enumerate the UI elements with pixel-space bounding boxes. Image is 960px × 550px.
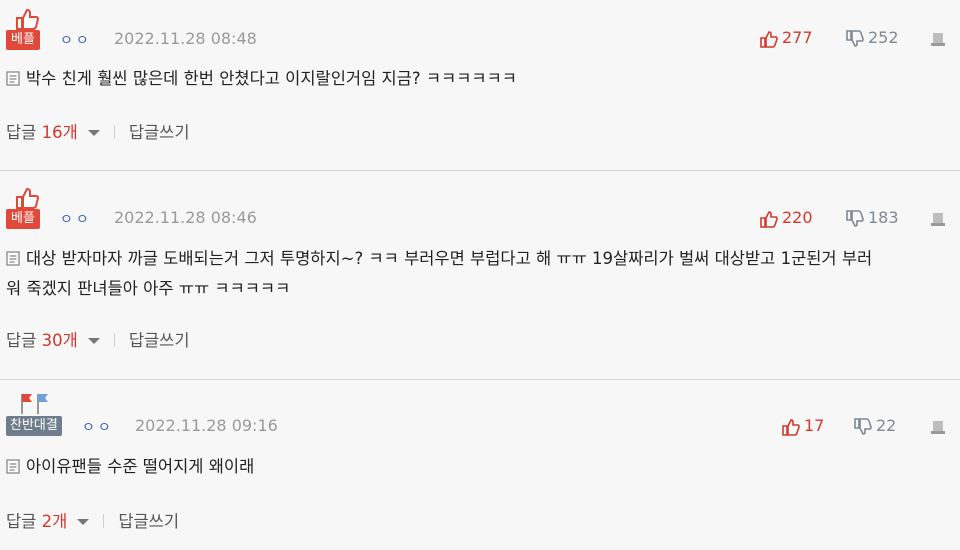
vs-badge: 찬반대결 — [6, 416, 62, 436]
reply-count: 16개 — [41, 123, 78, 142]
best-badge: 베플 — [6, 209, 40, 229]
reply-toggle[interactable]: 답글 30개 — [6, 331, 100, 350]
best-badge-group: 베플 — [4, 8, 46, 52]
comment-text: 박수 친게 훨씬 많은데 한번 안쳤다고 이지랄인거임 지금? ㅋㅋㅋㅋㅋㅋ — [26, 69, 517, 88]
report-icon[interactable] — [930, 419, 946, 435]
best-badge: 베플 — [6, 30, 40, 50]
like-icon — [760, 211, 778, 228]
dislike-count: 252 — [868, 28, 899, 47]
comment-footer: 답글 16개 답글쓰기 — [6, 119, 190, 143]
vote-stats: 277 252 — [740, 28, 960, 50]
comment-footer: 답글 2개 답글쓰기 — [6, 508, 179, 532]
comment-footer: 답글 30개 답글쓰기 — [6, 327, 190, 351]
dislike-count: 22 — [876, 416, 897, 435]
nickname[interactable]: ㅇㅇ — [82, 417, 114, 437]
comment-text: 아이유팬들 수준 떨어지게 왜이래 — [26, 457, 255, 476]
report-icon[interactable] — [930, 31, 946, 47]
nickname[interactable]: ㅇㅇ — [60, 209, 92, 229]
dislike-icon — [846, 30, 864, 47]
comment-date: 2022.11.28 09:16 — [135, 416, 278, 435]
comment-item: 찬반대결 ㅇㅇ 2022.11.28 09:16 17 22 아이유팬들 수준 … — [0, 380, 960, 550]
reply-count: 2개 — [41, 512, 68, 531]
document-icon — [6, 251, 20, 266]
nickname[interactable]: ㅇㅇ — [60, 30, 92, 50]
reply-label: 답글 — [6, 512, 37, 531]
write-reply-link[interactable]: 답글쓰기 — [129, 123, 190, 142]
reply-label: 답글 — [6, 331, 37, 350]
vs-badge-group: 찬반대결 — [4, 394, 74, 438]
dislike-count: 183 — [868, 208, 899, 227]
vote-stats: 220 183 — [740, 208, 960, 230]
comment-body: 박수 친게 훨씬 많은데 한번 안쳤다고 이지랄인거임 지금? ㅋㅋㅋㅋㅋㅋ — [6, 64, 940, 94]
comment-text-line2: 워 죽겠지 판녀들아 아주 ㅠㅠ ㅋㅋㅋㅋㅋ — [6, 279, 291, 298]
like-icon — [760, 31, 778, 48]
dislike-icon — [854, 418, 872, 435]
divider — [113, 125, 115, 139]
document-icon — [6, 71, 20, 86]
like-count: 220 — [782, 208, 813, 227]
thumbs-up-icon — [16, 187, 40, 209]
divider — [113, 333, 115, 347]
like-count: 17 — [804, 416, 825, 435]
write-reply-link[interactable]: 답글쓰기 — [129, 331, 190, 350]
write-reply-link[interactable]: 답글쓰기 — [118, 512, 179, 531]
like-icon — [782, 419, 800, 436]
comment-item: 베플 ㅇㅇ 2022.11.28 08:46 220 183 대상 받자마자 까… — [0, 171, 960, 380]
comment-date: 2022.11.28 08:48 — [114, 29, 257, 48]
caret-down-icon — [87, 130, 100, 136]
comment-body: 아이유팬들 수준 떨어지게 왜이래 — [6, 452, 940, 482]
reply-label: 답글 — [6, 123, 37, 142]
like-count: 277 — [782, 28, 813, 47]
reply-toggle[interactable]: 답글 16개 — [6, 123, 100, 142]
comment-body: 대상 받자마자 까글 도배되는거 그저 투명하지~? ㅋㅋ 부러우면 부럽다고 … — [6, 244, 940, 304]
reply-count: 30개 — [41, 331, 78, 350]
comment-text-line1: 대상 받자마자 까글 도배되는거 그저 투명하지~? ㅋㅋ 부러우면 부럽다고 … — [26, 249, 873, 268]
best-badge-group: 베플 — [4, 187, 46, 231]
reply-toggle[interactable]: 답글 2개 — [6, 512, 90, 531]
document-icon — [6, 459, 20, 474]
comment-date: 2022.11.28 08:46 — [114, 208, 257, 227]
dislike-icon — [846, 210, 864, 227]
comment-item: 베플 ㅇㅇ 2022.11.28 08:48 277 252 박수 친게 훨씬 … — [0, 0, 960, 171]
report-icon[interactable] — [930, 211, 946, 227]
thumbs-up-icon — [16, 8, 40, 30]
caret-down-icon — [77, 519, 90, 525]
divider — [103, 514, 105, 528]
caret-down-icon — [87, 338, 100, 344]
flag-icon — [21, 394, 48, 414]
vote-stats: 17 22 — [740, 416, 960, 438]
